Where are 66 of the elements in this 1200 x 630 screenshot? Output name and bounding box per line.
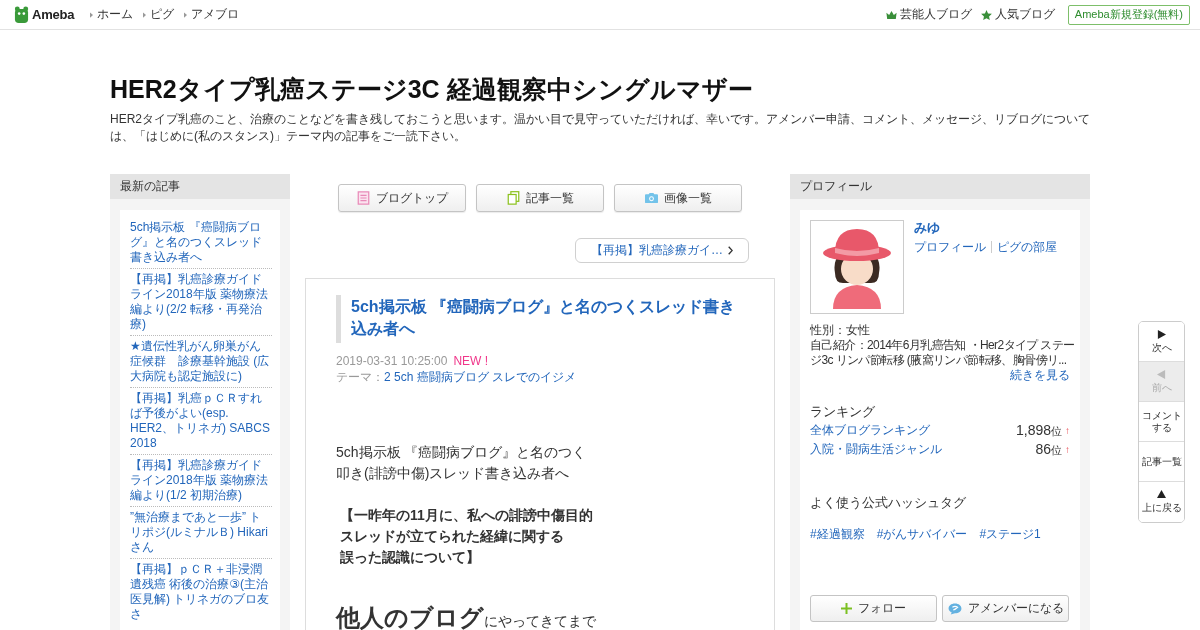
blog-nav-button[interactable]: 記事一覧 bbox=[476, 184, 604, 212]
avatar-drawing[interactable] bbox=[810, 220, 904, 314]
crown-icon bbox=[885, 9, 897, 20]
header-link[interactable]: 芸能人ブログ bbox=[899, 6, 972, 23]
document-icon bbox=[356, 191, 370, 205]
article-link[interactable]: 【再掲】ｐＣＲ＋非浸潤遺残癌 術後の治療③(主治医見解) トリネガのブロ友さ bbox=[130, 562, 272, 622]
article-link[interactable]: 5ch掲示板 『癌闘病ブログ』と名のつくスレッド書き込み者へ bbox=[130, 220, 272, 265]
blog-nav-button[interactable]: 画像一覧 bbox=[614, 184, 742, 212]
article-paragraph: 他人のブログにやってきてまで bbox=[336, 605, 597, 630]
article-link[interactable]: ”無治療まであと一歩” トリポジ(ルミナルＢ) Hikariさん bbox=[130, 510, 272, 555]
hashtag-link[interactable]: #経過観察 bbox=[810, 526, 865, 542]
article-link[interactable]: 【再掲】乳癌診療ガイドライン2018年版 薬物療法編より(1/2 初期治療) bbox=[130, 458, 272, 503]
right-triangle-icon bbox=[1157, 329, 1166, 339]
article-link[interactable]: 【再掲】乳癌診療ガイドライン2018年版 薬物療法編より(2/2 転移・再発治療) bbox=[130, 272, 272, 332]
nav-link[interactable]: ホーム bbox=[97, 6, 134, 23]
next-article-button[interactable]: 【再掲】乳癌診療ガイ… bbox=[575, 238, 749, 263]
trend-arrow: ↑ bbox=[1065, 424, 1070, 437]
pages-icon bbox=[506, 191, 520, 205]
new-label: NEW ! bbox=[453, 354, 489, 368]
article-heading: 【一昨年の11月に、私への誹謗中傷目的 スレッドが立てられた経緯に関する 誤った認識について】 bbox=[339, 506, 594, 567]
hashtag-link[interactable]: #ステージ1 bbox=[979, 526, 1041, 542]
theme-label: テーマ： bbox=[336, 370, 384, 384]
profile-link[interactable]: プロフィール bbox=[914, 239, 986, 255]
blog-description: HER2タイプ乳癌のこと、治療のことなどを書き残しておこうと思います。温かい目で見守っていただければ、幸いです。アメンバー申請、コメント、メッセージ、リブログについては、「はじめに(私のスタンス)」テーマ内の記事をご一読下さい。 bbox=[110, 111, 1090, 145]
camera-icon bbox=[644, 191, 658, 205]
trend-arrow: ↑ bbox=[1065, 443, 1070, 456]
header-link[interactable]: 人気ブログ bbox=[994, 6, 1055, 23]
mascot-icon bbox=[14, 6, 29, 23]
profile-name[interactable]: みゆ bbox=[914, 220, 940, 236]
blog-nav-button[interactable]: ブログトップ bbox=[338, 184, 466, 212]
profile-link[interactable]: ピグの部屋 bbox=[997, 239, 1057, 255]
read-more-link[interactable]: 続きを見る bbox=[1010, 368, 1070, 383]
profile-button[interactable]: フォロー bbox=[810, 595, 937, 622]
up-triangle-icon bbox=[1157, 490, 1166, 499]
nav-link[interactable]: アメブロ bbox=[191, 6, 240, 23]
caret-icon bbox=[184, 11, 188, 18]
article-paragraph: 5ch掲示板 『癌闘病ブログ』と名のつく 叩き(誹謗中傷)スレッド書き込み者へ bbox=[336, 443, 588, 483]
hashtag-link[interactable]: #がんサバイバー bbox=[876, 526, 968, 542]
section-heading: プロフィール bbox=[790, 174, 1090, 199]
post-date: 2019-03-31 10:25:00 bbox=[336, 354, 448, 368]
plus-icon bbox=[841, 603, 852, 614]
ranking-link[interactable]: 入院・闘病生活ジャンル bbox=[810, 441, 942, 458]
theme-link[interactable]: 2 5ch 癌闘病ブログ スレでのイジメ bbox=[384, 370, 577, 384]
caret-icon bbox=[143, 11, 147, 18]
caret-icon bbox=[90, 11, 94, 18]
speech-bubble-icon bbox=[947, 602, 962, 615]
rank-value: 86位 bbox=[1035, 441, 1062, 458]
signup-button[interactable]: Ameba新規登録(無料) bbox=[1067, 4, 1190, 25]
chevron-icon bbox=[728, 246, 733, 255]
article-title[interactable]: 5ch掲示板 『癌闘病ブログ』と名のつくスレッド書き込み者へ bbox=[336, 295, 744, 343]
nav-link[interactable]: ピグ bbox=[150, 6, 175, 23]
profile-button[interactable]: アメンバーになる bbox=[942, 595, 1069, 622]
star-icon bbox=[980, 9, 992, 20]
article-link[interactable]: 【再掲】乳癌ｐＣＲすれば予後がよい(esp. HER2、トリネガ) SABCS 2018 bbox=[130, 391, 272, 451]
gender-text: 性別：女性 bbox=[810, 323, 871, 338]
blog-title[interactable]: HER2タイプ乳癌ステージ3C 経過観察中シングルマザー bbox=[110, 74, 1090, 104]
self-intro-text: 自己紹介：2014年6月乳癌告知 ・Her2タイプ ステージ3c リンパ節転移 (腋窩リンパ節転移、胸骨傍リ... bbox=[810, 338, 1076, 368]
side-nav-button[interactable]: 次へ bbox=[1139, 322, 1184, 362]
ranking-heading: ランキング bbox=[810, 403, 876, 421]
section-heading: 最新の記事 bbox=[110, 174, 290, 199]
rank-value: 1,898位 bbox=[1015, 422, 1062, 439]
ameba-logo[interactable]: Ameba bbox=[32, 7, 75, 22]
hashtag-heading: よく使う公式ハッシュタグ bbox=[810, 494, 967, 512]
left-triangle-icon bbox=[1157, 369, 1166, 379]
ranking-link[interactable]: 全体ブログランキング bbox=[810, 422, 930, 439]
article-link[interactable]: ★遺伝性乳がん卵巣がん症候群 診療基幹施設 (広大病院も認定施設に) bbox=[130, 339, 272, 384]
